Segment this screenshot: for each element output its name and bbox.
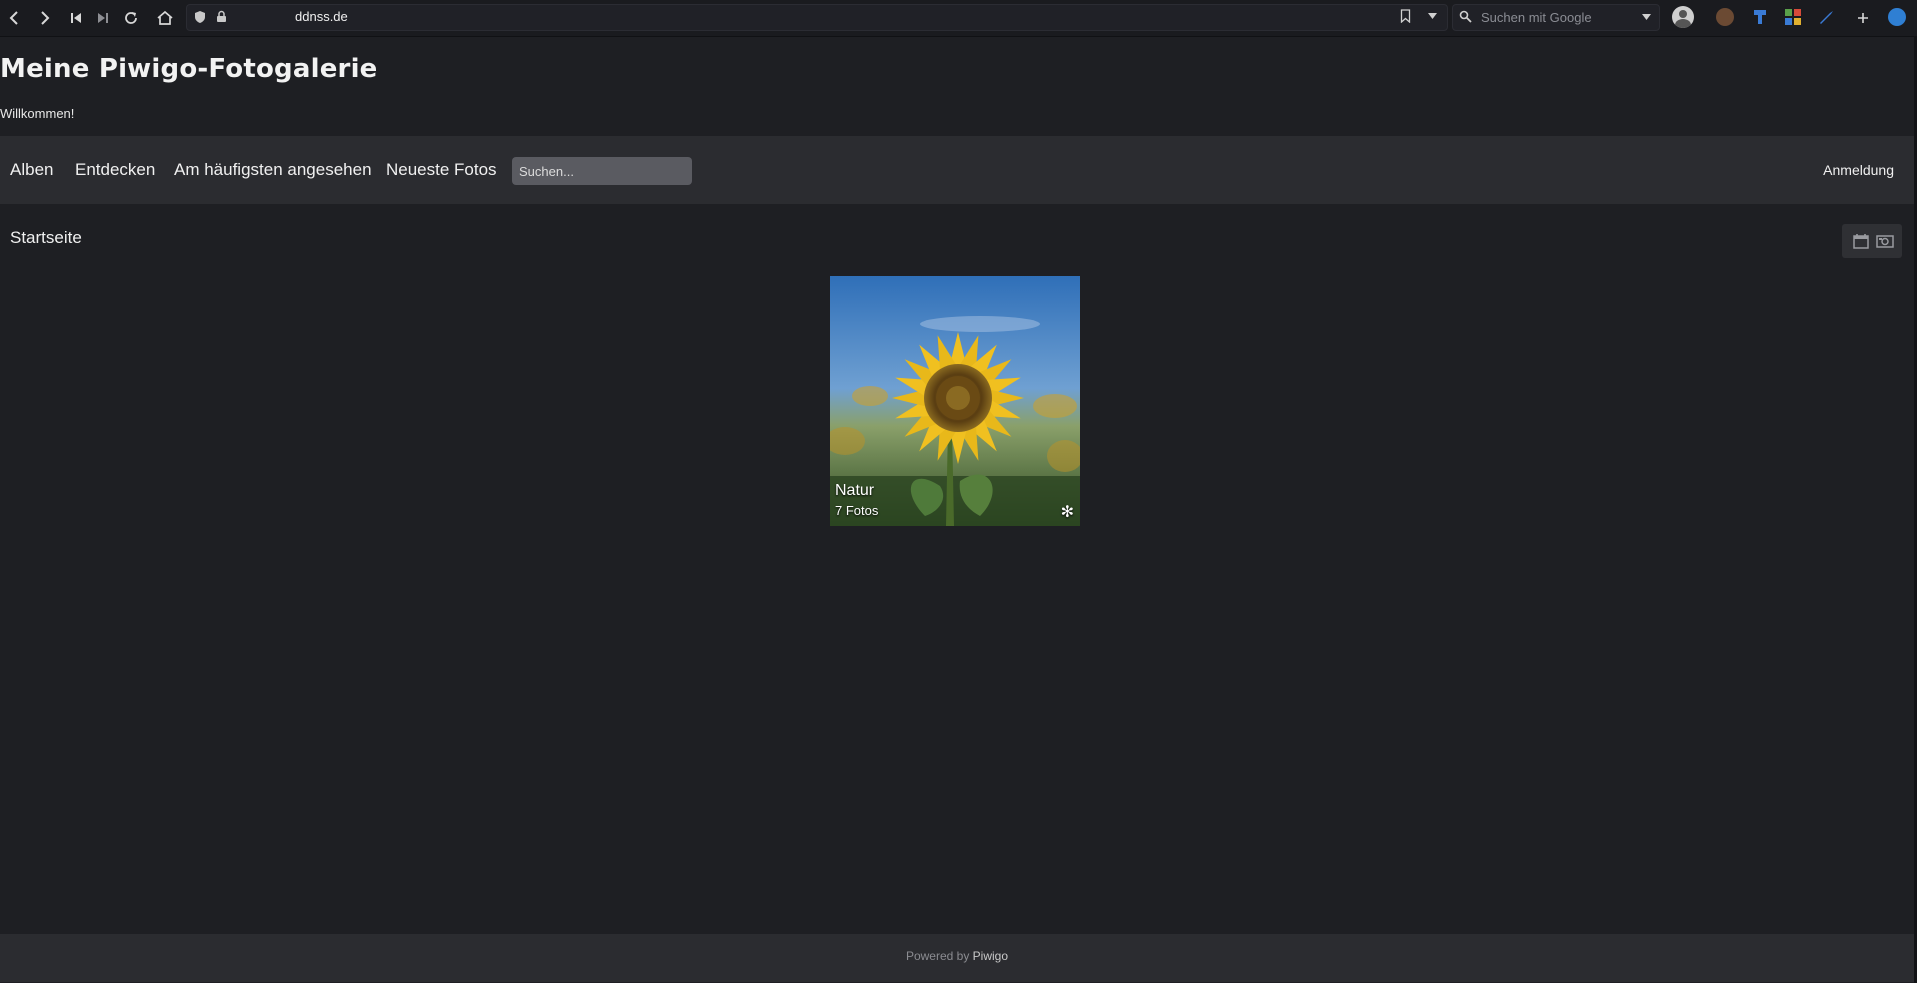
calendar-icon[interactable] [1852, 232, 1872, 250]
home-icon[interactable] [153, 6, 177, 30]
main-navigation: Alben Entdecken Am häufigsten angesehen … [0, 136, 1914, 204]
album-photo-count: 7 Fotos [835, 503, 879, 518]
extension-icon-3[interactable] [1784, 8, 1802, 26]
footer: Powered by Piwigo [0, 934, 1914, 982]
extension-icon-4[interactable] [1818, 8, 1836, 26]
view-tools [1842, 224, 1902, 258]
chevron-down-icon[interactable] [1642, 12, 1651, 23]
reload-icon[interactable] [119, 6, 143, 30]
camera-icon[interactable] [1876, 232, 1896, 250]
footer-prefix: Powered by [905, 949, 970, 963]
browser-toolbar: ddnss.de Suchen mit Google [0, 0, 1917, 37]
nav-item-most-visited[interactable]: Am häufigsten angesehen [174, 160, 372, 180]
extension-icon-1[interactable] [1716, 8, 1734, 26]
lock-icon[interactable] [216, 10, 230, 25]
shield-icon[interactable] [194, 10, 208, 25]
bookmark-icon[interactable] [1400, 9, 1411, 27]
profile-icon[interactable] [1672, 6, 1694, 28]
login-link[interactable]: Anmeldung [1823, 162, 1894, 178]
recent-badge-icon: ✻ [1060, 502, 1074, 521]
nav-item-discover[interactable]: Entdecken [75, 160, 155, 180]
skip-back-icon[interactable] [64, 6, 88, 30]
search-icon [1459, 10, 1473, 27]
search-input[interactable] [512, 157, 692, 185]
chevron-down-icon[interactable] [1428, 11, 1437, 22]
extension-icon-2[interactable] [1751, 8, 1769, 26]
nav-item-albums[interactable]: Alben [10, 160, 53, 180]
skip-forward-icon[interactable] [91, 6, 115, 30]
breadcrumb[interactable]: Startseite [10, 228, 82, 248]
site-subtitle: Willkommen! [0, 106, 75, 121]
url-text[interactable]: ddnss.de [295, 9, 348, 24]
album-title[interactable]: Natur [835, 482, 874, 500]
extension-icon-5[interactable] [1888, 8, 1906, 26]
address-bar[interactable]: ddnss.de [186, 4, 1448, 31]
forward-icon[interactable] [33, 6, 57, 30]
album-card[interactable]: Natur 7 Fotos ✻ [830, 276, 1080, 526]
plus-icon[interactable] [1851, 6, 1875, 30]
site-header: Meine Piwigo-Fotogalerie Willkommen! [0, 36, 1914, 136]
back-icon[interactable] [2, 6, 26, 30]
site-title[interactable]: Meine Piwigo-Fotogalerie [0, 54, 378, 84]
browser-search-input[interactable]: Suchen mit Google [1481, 10, 1592, 25]
nav-item-recent-photos[interactable]: Neueste Fotos [386, 160, 497, 180]
browser-search-bar[interactable]: Suchen mit Google [1452, 4, 1660, 31]
footer-brand-link[interactable]: Piwigo [973, 949, 1008, 963]
